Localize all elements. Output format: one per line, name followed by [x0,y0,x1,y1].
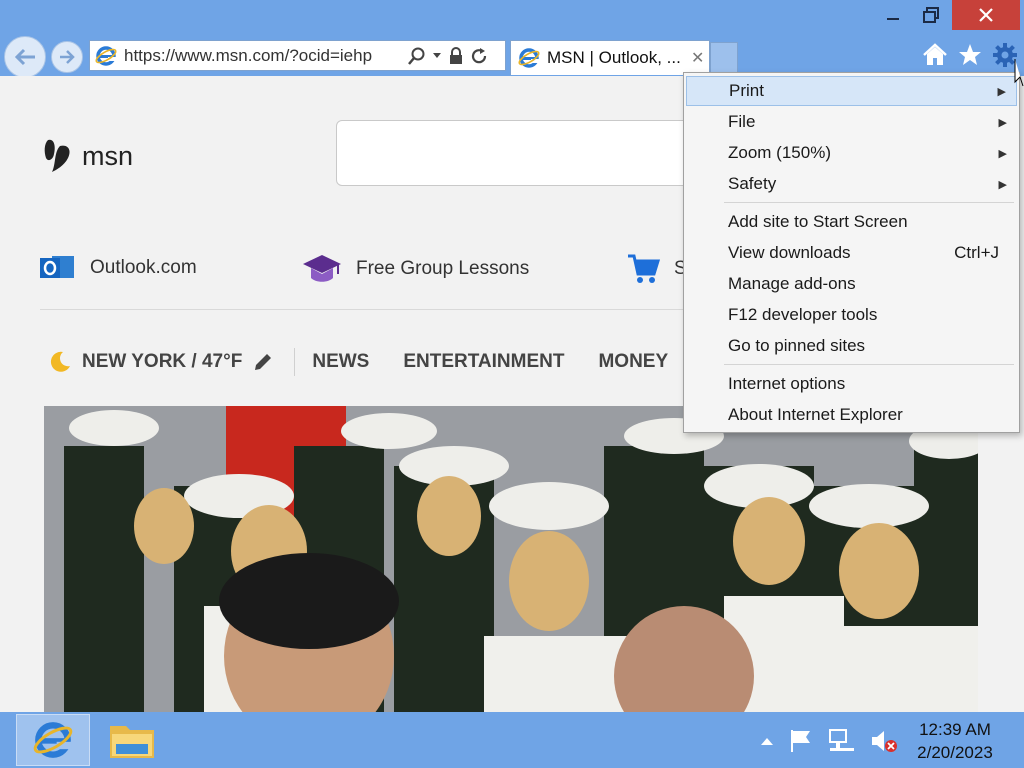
quick-link-group-lessons[interactable]: Free Group Lessons [302,252,529,286]
outlook-icon [40,256,74,278]
tab-msn[interactable]: MSN | Outlook, ... ✕ [510,40,710,75]
forward-icon [60,50,75,64]
back-icon [14,48,35,66]
msn-butterfly-icon [44,139,70,172]
ie-icon [518,48,540,68]
menu-item-label: Go to pinned sites [728,336,866,355]
menu-item-internet-options[interactable]: Internet options [686,369,1017,399]
hero-image[interactable] [44,406,978,712]
folder-icon [110,726,154,758]
system-tray [760,728,898,754]
address-url[interactable]: https://www.msn.com/?ocid=iehp [124,46,394,66]
menu-item-label: Add site to Start Screen [728,212,908,231]
menu-separator [724,364,1014,365]
star-icon[interactable] [958,43,982,67]
menu-item-label: Zoom (150%) [728,143,831,162]
nav-entertainment[interactable]: ENTERTAINMENT [403,351,564,373]
quick-links: Outlook.com Free Group Lessons S [40,252,700,292]
quick-link-outlook[interactable]: Outlook.com [40,252,197,284]
menu-item-manage-addons[interactable]: Manage add-ons [686,269,1017,299]
msn-logo[interactable]: msn [42,136,133,176]
menu-item-label: File [728,112,756,131]
menu-item-label: Manage add-ons [728,274,856,293]
nav-row: NEW YORK / 47°F NEWS ENTERTAINMENT MONEY [48,348,702,376]
show-hidden-icons-icon[interactable] [760,736,774,746]
action-center-flag-icon[interactable] [788,728,814,754]
menu-item-zoom[interactable]: Zoom (150%) ▶ [686,138,1017,168]
search-icon[interactable] [408,47,426,65]
clock-date: 2/20/2023 [917,743,993,762]
menu-item-file[interactable]: File ▶ [686,107,1017,137]
weather-widget[interactable]: NEW YORK / 47°F [48,350,274,374]
hero-photo [44,406,978,712]
weather-text: NEW YORK / 47°F [82,351,243,372]
submenu-arrow-icon: ▶ [998,147,1007,160]
address-bar[interactable]: https://www.msn.com/?ocid=iehp [89,40,506,71]
menu-item-about-ie[interactable]: About Internet Explorer [686,400,1017,430]
volume-muted-icon[interactable] [870,728,898,754]
tab-title: MSN | Outlook, ... [547,48,681,67]
menu-item-label: About Internet Explorer [728,405,903,424]
menu-item-safety[interactable]: Safety ▶ [686,169,1017,199]
submenu-arrow-icon: ▶ [998,178,1007,191]
nav-money[interactable]: MONEY [598,351,668,373]
clock-time: 12:39 AM [919,720,991,739]
search-input[interactable] [336,120,736,186]
dropdown-icon[interactable] [432,52,442,60]
menu-item-shortcut: Ctrl+J [954,243,999,262]
nav-news[interactable]: NEWS [312,351,369,373]
section-divider [40,309,700,310]
quick-link-label: Free Group Lessons [356,258,530,279]
minimize-button[interactable] [878,0,908,30]
menu-item-view-downloads[interactable]: View downloads Ctrl+J [686,238,1017,268]
menu-item-label: F12 developer tools [728,305,878,324]
moon-icon [50,351,70,372]
network-icon[interactable] [828,728,856,754]
back-button[interactable] [4,36,46,78]
submenu-arrow-icon: ▶ [997,85,1006,98]
ie-icon [95,45,117,66]
nav-separator [294,348,296,376]
tab-close-button[interactable]: ✕ [691,48,704,68]
menu-item-f12-tools[interactable]: F12 developer tools [686,300,1017,330]
system-clock[interactable]: 12:39 AM 2/20/2023 [900,718,1010,764]
mouse-cursor-icon [1014,59,1024,87]
menu-item-label: View downloads [728,243,851,262]
new-tab-button[interactable] [710,42,738,74]
menu-item-label: Safety [728,174,777,193]
refresh-icon[interactable] [470,47,488,65]
ie-icon [33,722,73,758]
taskbar-file-explorer[interactable] [100,714,164,766]
menu-item-add-site-start-screen[interactable]: Add site to Start Screen [686,207,1017,237]
minimize-icon [887,18,899,20]
close-icon [979,8,993,22]
taskbar-internet-explorer[interactable] [16,714,90,766]
taskbar: 12:39 AM 2/20/2023 [0,712,1024,768]
menu-item-pinned-sites[interactable]: Go to pinned sites [686,331,1017,361]
quick-link-label: Outlook.com [90,257,197,278]
close-button[interactable] [952,0,1020,30]
restore-icon [923,7,939,23]
lock-icon[interactable] [448,46,464,65]
browser-chrome: https://www.msn.com/?ocid=iehp MSN | Out… [0,0,1024,78]
restore-button[interactable] [916,0,946,30]
submenu-arrow-icon: ▶ [998,116,1007,129]
quick-link-shopping[interactable]: S [626,252,687,286]
menu-item-label: Print [729,81,764,100]
shopping-cart-icon [628,254,660,283]
logo-text: msn [82,140,134,171]
graduation-cap-icon [303,255,341,282]
tools-menu: Print ▶ File ▶ Zoom (150%) ▶ Safety ▶ Ad… [683,72,1020,433]
menu-item-print[interactable]: Print ▶ [686,76,1017,106]
pencil-icon[interactable] [252,351,274,373]
home-icon[interactable] [922,43,948,67]
menu-separator [724,202,1014,203]
forward-button[interactable] [51,41,83,73]
menu-item-label: Internet options [728,374,846,393]
